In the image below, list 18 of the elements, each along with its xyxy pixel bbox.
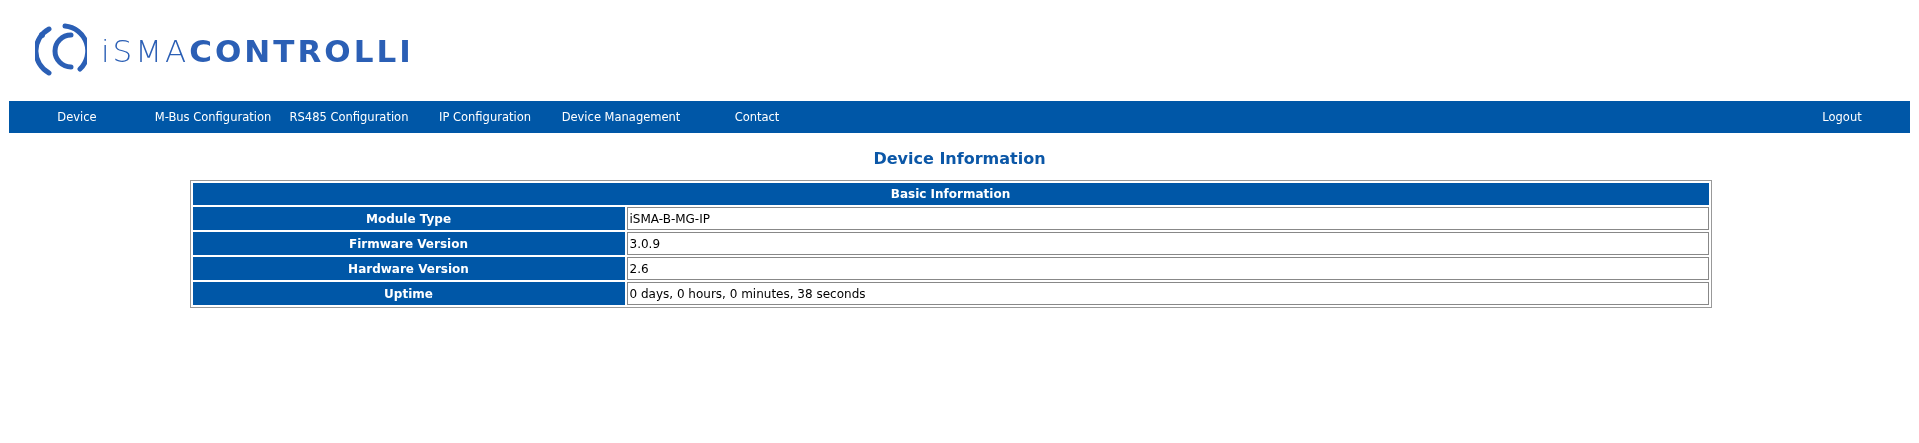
row-label: Module Type xyxy=(192,207,625,230)
nav-link[interactable]: Contact xyxy=(689,110,825,124)
nav-link[interactable]: IP Configuration xyxy=(417,110,553,124)
row-value: 2.6 xyxy=(626,257,1709,280)
page-title: Device Information xyxy=(872,149,1047,168)
row-value: 3.0.9 xyxy=(626,232,1709,255)
row-value: 0 days, 0 hours, 0 minutes, 38 seconds xyxy=(626,282,1709,305)
table-header: Basic Information xyxy=(192,183,1709,205)
row-label: Hardware Version xyxy=(192,257,625,280)
row-label: Firmware Version xyxy=(192,232,625,255)
nav-link[interactable]: Device Management xyxy=(553,110,689,124)
nav-link[interactable]: Device xyxy=(9,110,145,124)
logout-link[interactable]: Logout xyxy=(1774,110,1910,124)
row-label: Uptime xyxy=(192,282,625,305)
logo-wordmark: iSMACONTROLLI xyxy=(101,32,414,69)
nav-link[interactable]: M-Bus Configuration xyxy=(145,110,281,124)
nav-link[interactable]: RS485 Configuration xyxy=(281,110,417,124)
row-value: iSMA-B-MG-IP xyxy=(626,207,1709,230)
